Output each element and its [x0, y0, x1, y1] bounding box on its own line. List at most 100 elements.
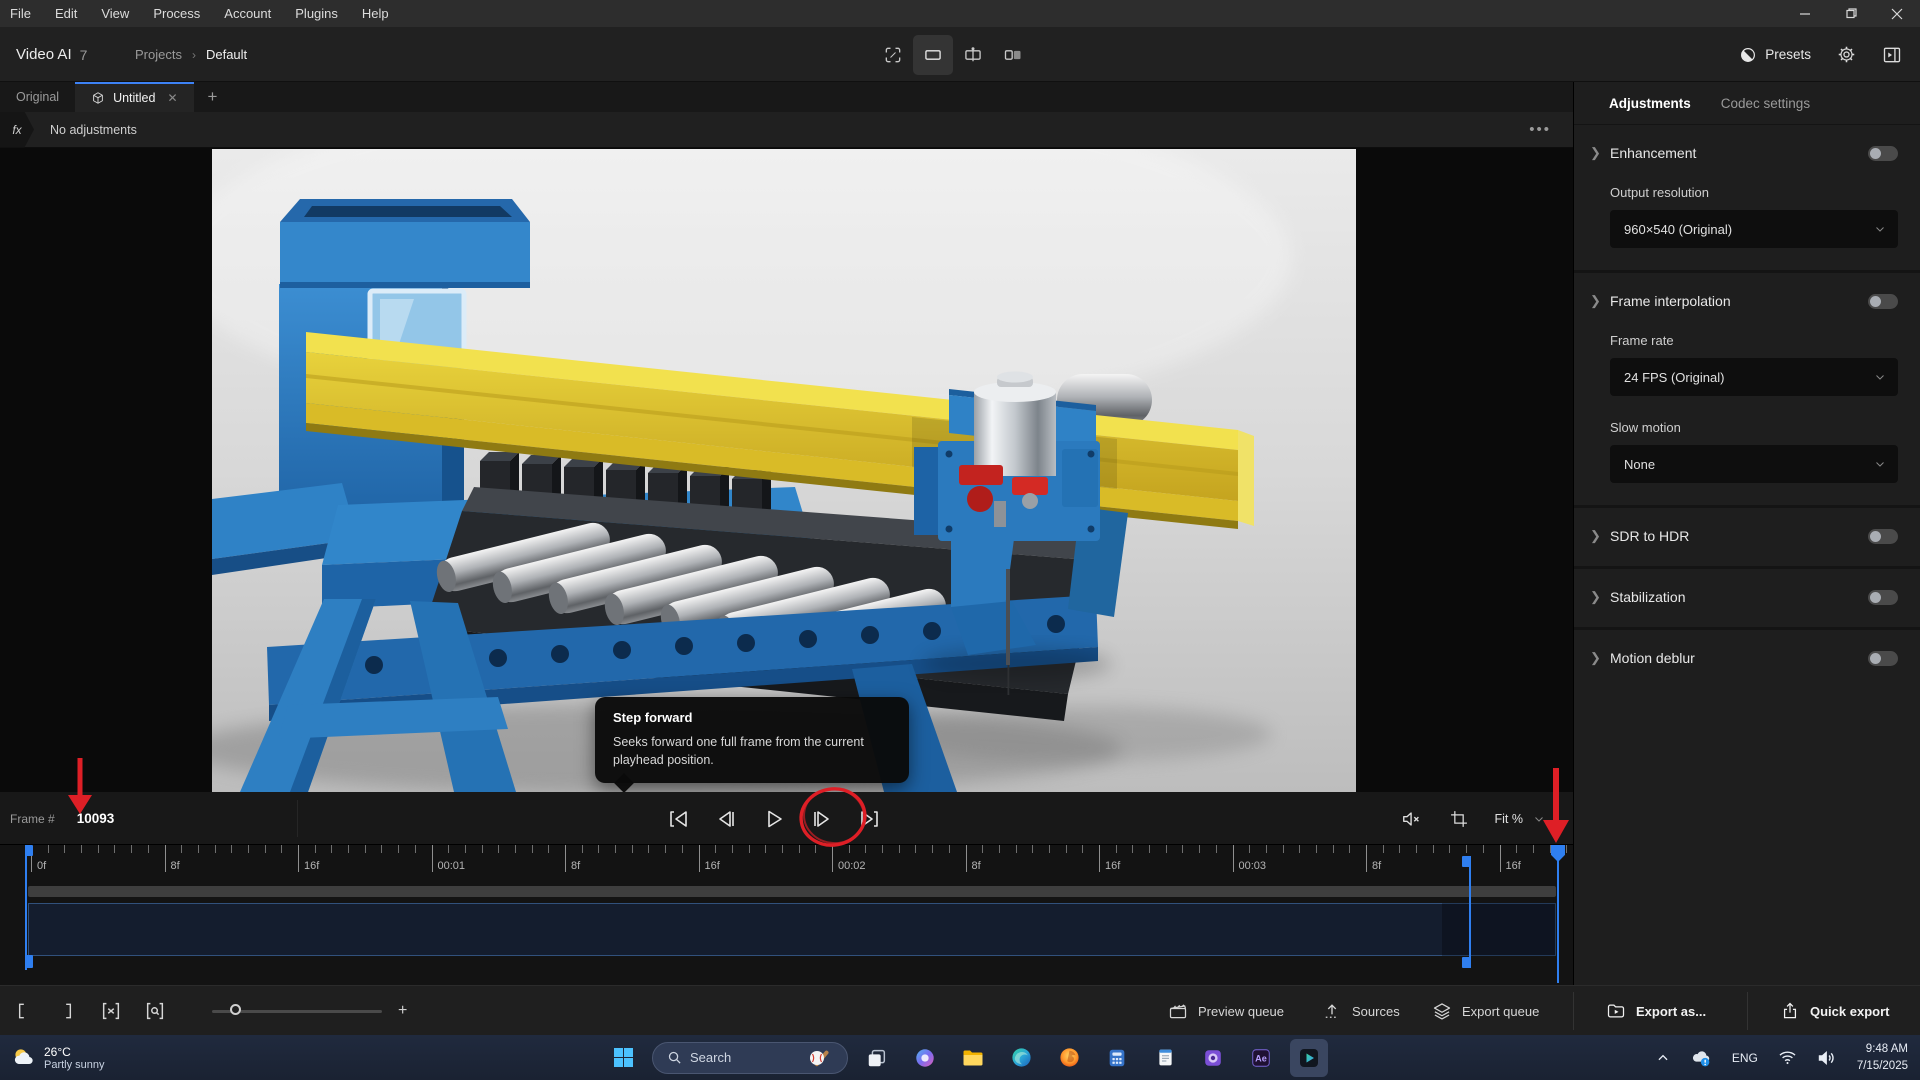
chevron-right-icon[interactable]: ❯: [1590, 145, 1610, 161]
minimize-button[interactable]: [1782, 0, 1828, 27]
clear-in-out-button[interactable]: [98, 998, 124, 1024]
onedrive-tray-icon[interactable]: [1690, 1047, 1712, 1069]
crop-button[interactable]: [1449, 809, 1469, 829]
presets-button[interactable]: Presets: [1739, 46, 1811, 64]
chevron-right-icon[interactable]: ❯: [1590, 293, 1610, 309]
menu-help[interactable]: Help: [350, 0, 401, 27]
timeline-tick: [1049, 845, 1050, 853]
add-tab-button[interactable]: +: [194, 82, 232, 112]
calculator-app-icon[interactable]: [1098, 1039, 1136, 1077]
view-mode-side-by-side[interactable]: [993, 35, 1033, 75]
wifi-tray-icon[interactable]: [1778, 1048, 1797, 1067]
toggle-panel-button[interactable]: [1882, 45, 1902, 65]
menu-file[interactable]: File: [0, 0, 43, 27]
view-mode-split[interactable]: [953, 35, 993, 75]
frame-interpolation-toggle[interactable]: [1868, 294, 1898, 309]
taskbar-search-box[interactable]: Search: [652, 1042, 848, 1074]
chevron-right-icon[interactable]: ❯: [1590, 650, 1610, 666]
breadcrumb-default[interactable]: Default: [206, 47, 247, 62]
firefox-browser-app-icon[interactable]: [1050, 1039, 1088, 1077]
timeline-zoom-scrollbar[interactable]: [28, 886, 1556, 897]
timeline[interactable]: 0f8f16f00:018f16f00:028f16f00:038f16f: [0, 845, 1573, 985]
video-frame[interactable]: [212, 149, 1356, 792]
zoom-to-selection-button[interactable]: [142, 998, 168, 1024]
export-as-button[interactable]: Export as...: [1606, 986, 1706, 1036]
motion-deblur-title[interactable]: Motion deblur: [1610, 650, 1868, 666]
timeline-clip-track[interactable]: [28, 903, 1556, 956]
menu-edit[interactable]: Edit: [43, 0, 89, 27]
quick-export-button[interactable]: Quick export: [1780, 986, 1889, 1036]
view-mode-fullscreen[interactable]: [873, 35, 913, 75]
after-effects-app-icon[interactable]: Ae: [1242, 1039, 1280, 1077]
enhancement-title[interactable]: Enhancement: [1610, 145, 1868, 161]
frame-rate-dropdown[interactable]: 24 FPS (Original): [1610, 358, 1898, 396]
zoom-in-icon[interactable]: +: [398, 1002, 407, 1020]
in-point-top-handle[interactable]: [25, 845, 33, 856]
timeline-zoom-slider[interactable]: +: [212, 1002, 407, 1020]
volume-tray-icon[interactable]: [1817, 1048, 1837, 1068]
sources-button[interactable]: Sources: [1322, 986, 1400, 1036]
tab-adjustments[interactable]: Adjustments: [1609, 96, 1691, 111]
out-point-bottom-handle[interactable]: [1462, 957, 1470, 968]
copilot-app-icon[interactable]: [906, 1039, 944, 1077]
tab-close-icon[interactable]: ✕: [167, 91, 177, 105]
in-point-marker[interactable]: [25, 845, 27, 970]
taskbar-clock[interactable]: 9:48 AM 7/15/2025: [1857, 1041, 1908, 1073]
file-explorer-app-icon[interactable]: [954, 1039, 992, 1077]
enhancement-toggle[interactable]: [1868, 146, 1898, 161]
settings-button[interactable]: [1837, 45, 1856, 64]
close-button[interactable]: [1874, 0, 1920, 27]
out-point-top-handle[interactable]: [1462, 856, 1470, 867]
slider-track[interactable]: [212, 1010, 382, 1013]
menu-plugins[interactable]: Plugins: [283, 0, 350, 27]
sdr-to-hdr-title[interactable]: SDR to HDR: [1610, 528, 1868, 544]
slider-knob[interactable]: [230, 1004, 241, 1015]
notepad-app-icon[interactable]: [1146, 1039, 1184, 1077]
output-resolution-dropdown[interactable]: 960×540 (Original): [1610, 210, 1898, 248]
menu-process[interactable]: Process: [141, 0, 212, 27]
skip-to-end-button[interactable]: [858, 807, 882, 831]
edge-browser-app-icon[interactable]: [1002, 1039, 1040, 1077]
taskbar-weather-widget[interactable]: 26°C Partly sunny: [10, 1035, 105, 1080]
in-point-bottom-handle[interactable]: [25, 955, 33, 968]
sdr-to-hdr-toggle[interactable]: [1868, 529, 1898, 544]
skip-to-start-button[interactable]: [666, 807, 690, 831]
task-view-button[interactable]: [858, 1039, 896, 1077]
more-options-icon[interactable]: •••: [1529, 121, 1551, 138]
motion-deblur-toggle[interactable]: [1868, 651, 1898, 666]
playhead-line[interactable]: [1557, 845, 1559, 983]
tray-chevron-up-icon[interactable]: [1656, 1051, 1670, 1065]
mute-button[interactable]: [1401, 808, 1423, 830]
stabilization-title[interactable]: Stabilization: [1610, 589, 1868, 605]
tab-original[interactable]: Original: [0, 82, 75, 112]
step-forward-button[interactable]: [810, 807, 834, 831]
export-queue-button[interactable]: Export queue: [1432, 986, 1539, 1036]
keyboard-language-indicator[interactable]: ENG: [1732, 1051, 1758, 1065]
menu-account[interactable]: Account: [212, 0, 283, 27]
preview-queue-button[interactable]: Preview queue: [1168, 986, 1284, 1036]
play-button[interactable]: [762, 807, 786, 831]
tab-codec-settings[interactable]: Codec settings: [1721, 96, 1810, 111]
chevron-right-icon[interactable]: ❯: [1590, 589, 1610, 605]
chevron-right-icon[interactable]: ❯: [1590, 528, 1610, 544]
topaz-video-ai-app-icon[interactable]: [1290, 1039, 1328, 1077]
video-preview-area[interactable]: Step forward Seeks forward one full fram…: [0, 148, 1573, 792]
snipping-tool-app-icon[interactable]: [1194, 1039, 1232, 1077]
restore-button[interactable]: [1828, 0, 1874, 27]
view-mode-single[interactable]: [913, 35, 953, 75]
set-out-point-button[interactable]: [54, 998, 80, 1024]
step-backward-button[interactable]: [714, 807, 738, 831]
start-button[interactable]: [604, 1039, 642, 1077]
stabilization-toggle[interactable]: [1868, 590, 1898, 605]
breadcrumb-projects[interactable]: Projects: [135, 47, 182, 62]
frame-number-value[interactable]: 10093: [77, 811, 115, 826]
zoom-level-dropdown[interactable]: Fit %: [1495, 812, 1545, 826]
set-in-point-button[interactable]: [10, 998, 36, 1024]
frame-interpolation-title[interactable]: Frame interpolation: [1610, 293, 1868, 309]
menu-view[interactable]: View: [89, 0, 141, 27]
slow-motion-dropdown[interactable]: None: [1610, 445, 1898, 483]
divider: [1573, 992, 1574, 1030]
out-point-marker[interactable]: [1469, 856, 1471, 968]
tab-untitled[interactable]: Untitled ✕: [75, 82, 193, 112]
timeline-ruler[interactable]: 0f8f16f00:018f16f00:028f16f00:038f16f: [0, 845, 1573, 880]
